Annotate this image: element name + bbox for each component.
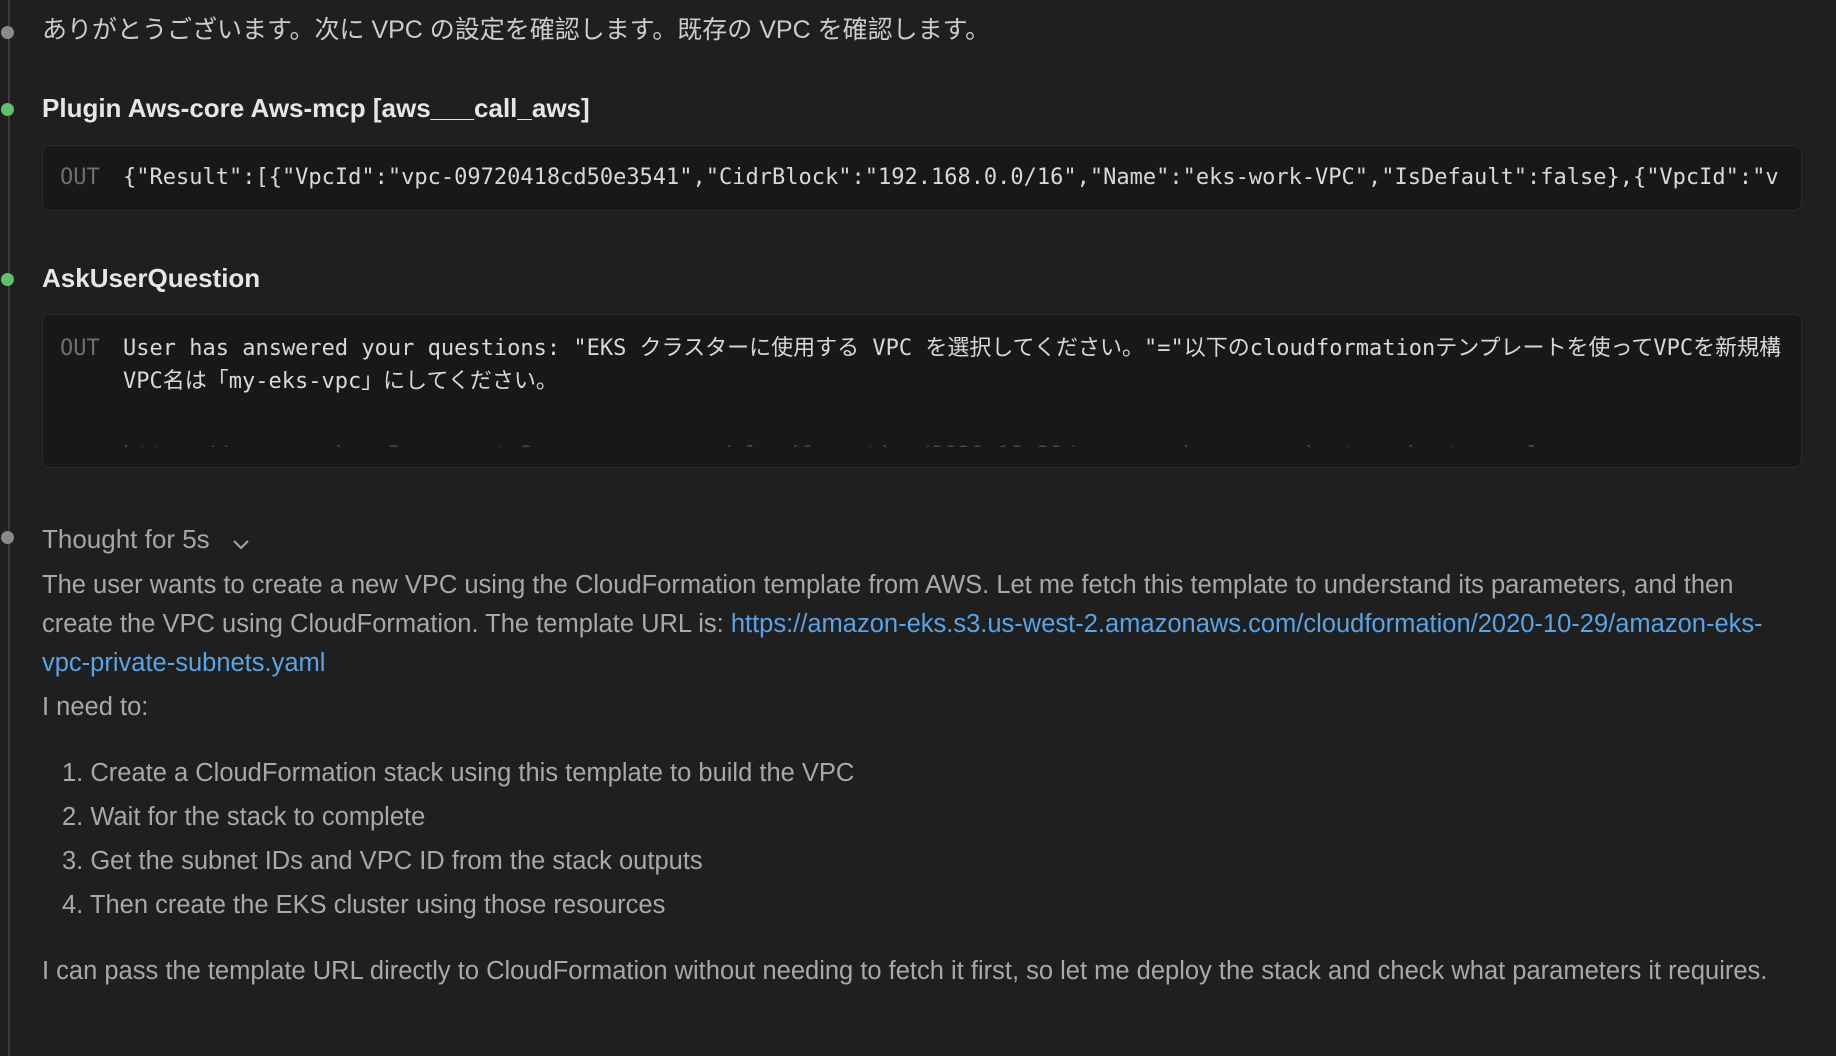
list-item: 4. Then create the EKS cluster using tho…: [62, 891, 666, 919]
success-dot-icon: [1, 273, 14, 286]
tool-output-text: VPC名は「my-eks-vpc」にしてください。: [123, 369, 558, 394]
tool-call-title[interactable]: Plugin Aws-core Aws-mcp [aws___call_aws]: [42, 92, 1800, 124]
tool-output-box[interactable]: OUT {"Result":[{"VpcId":"vpc-09720418cd5…: [42, 145, 1802, 211]
list-item: 3. Get the subnet IDs and VPC ID from th…: [62, 847, 703, 875]
thought-paragraph: The user wants to create a new VPC using…: [42, 566, 1802, 683]
need-to-label: I need to:: [42, 693, 149, 721]
tool-output-box[interactable]: OUT User has answered your questions: "E…: [42, 314, 1802, 468]
status-dot-icon: [1, 26, 14, 39]
assistant-message: ありがとうございます。次に VPC の設定を確認します。既存の VPC を確認し…: [42, 16, 991, 44]
tool-call-title[interactable]: AskUserQuestion: [42, 262, 1800, 294]
steps-list: 1. Create a CloudFormation stack using t…: [62, 751, 854, 927]
tool-output-text: User has answered your questions: "EKS ク…: [123, 336, 1782, 361]
thought-header-label: Thought for 5s: [42, 524, 210, 554]
status-dot-icon: [1, 531, 14, 544]
closing-paragraph: I can pass the template URL directly to …: [42, 957, 1768, 985]
out-label: OUT: [60, 165, 100, 190]
tool-output-text: {"Result":[{"VpcId":"vpc-09720418cd50e35…: [123, 165, 1779, 190]
out-label: OUT: [60, 336, 100, 361]
success-dot-icon: [1, 103, 14, 116]
chevron-down-icon: [233, 524, 249, 558]
tool-output-text-faded: https://amazon-eks.s3.us-west-2.amazonaw…: [123, 439, 1540, 447]
thought-toggle[interactable]: Thought for 5s: [42, 522, 249, 558]
list-item: 1. Create a CloudFormation stack using t…: [62, 759, 855, 787]
timeline-line: [8, 0, 10, 1056]
list-item: 2. Wait for the stack to complete: [62, 803, 426, 831]
